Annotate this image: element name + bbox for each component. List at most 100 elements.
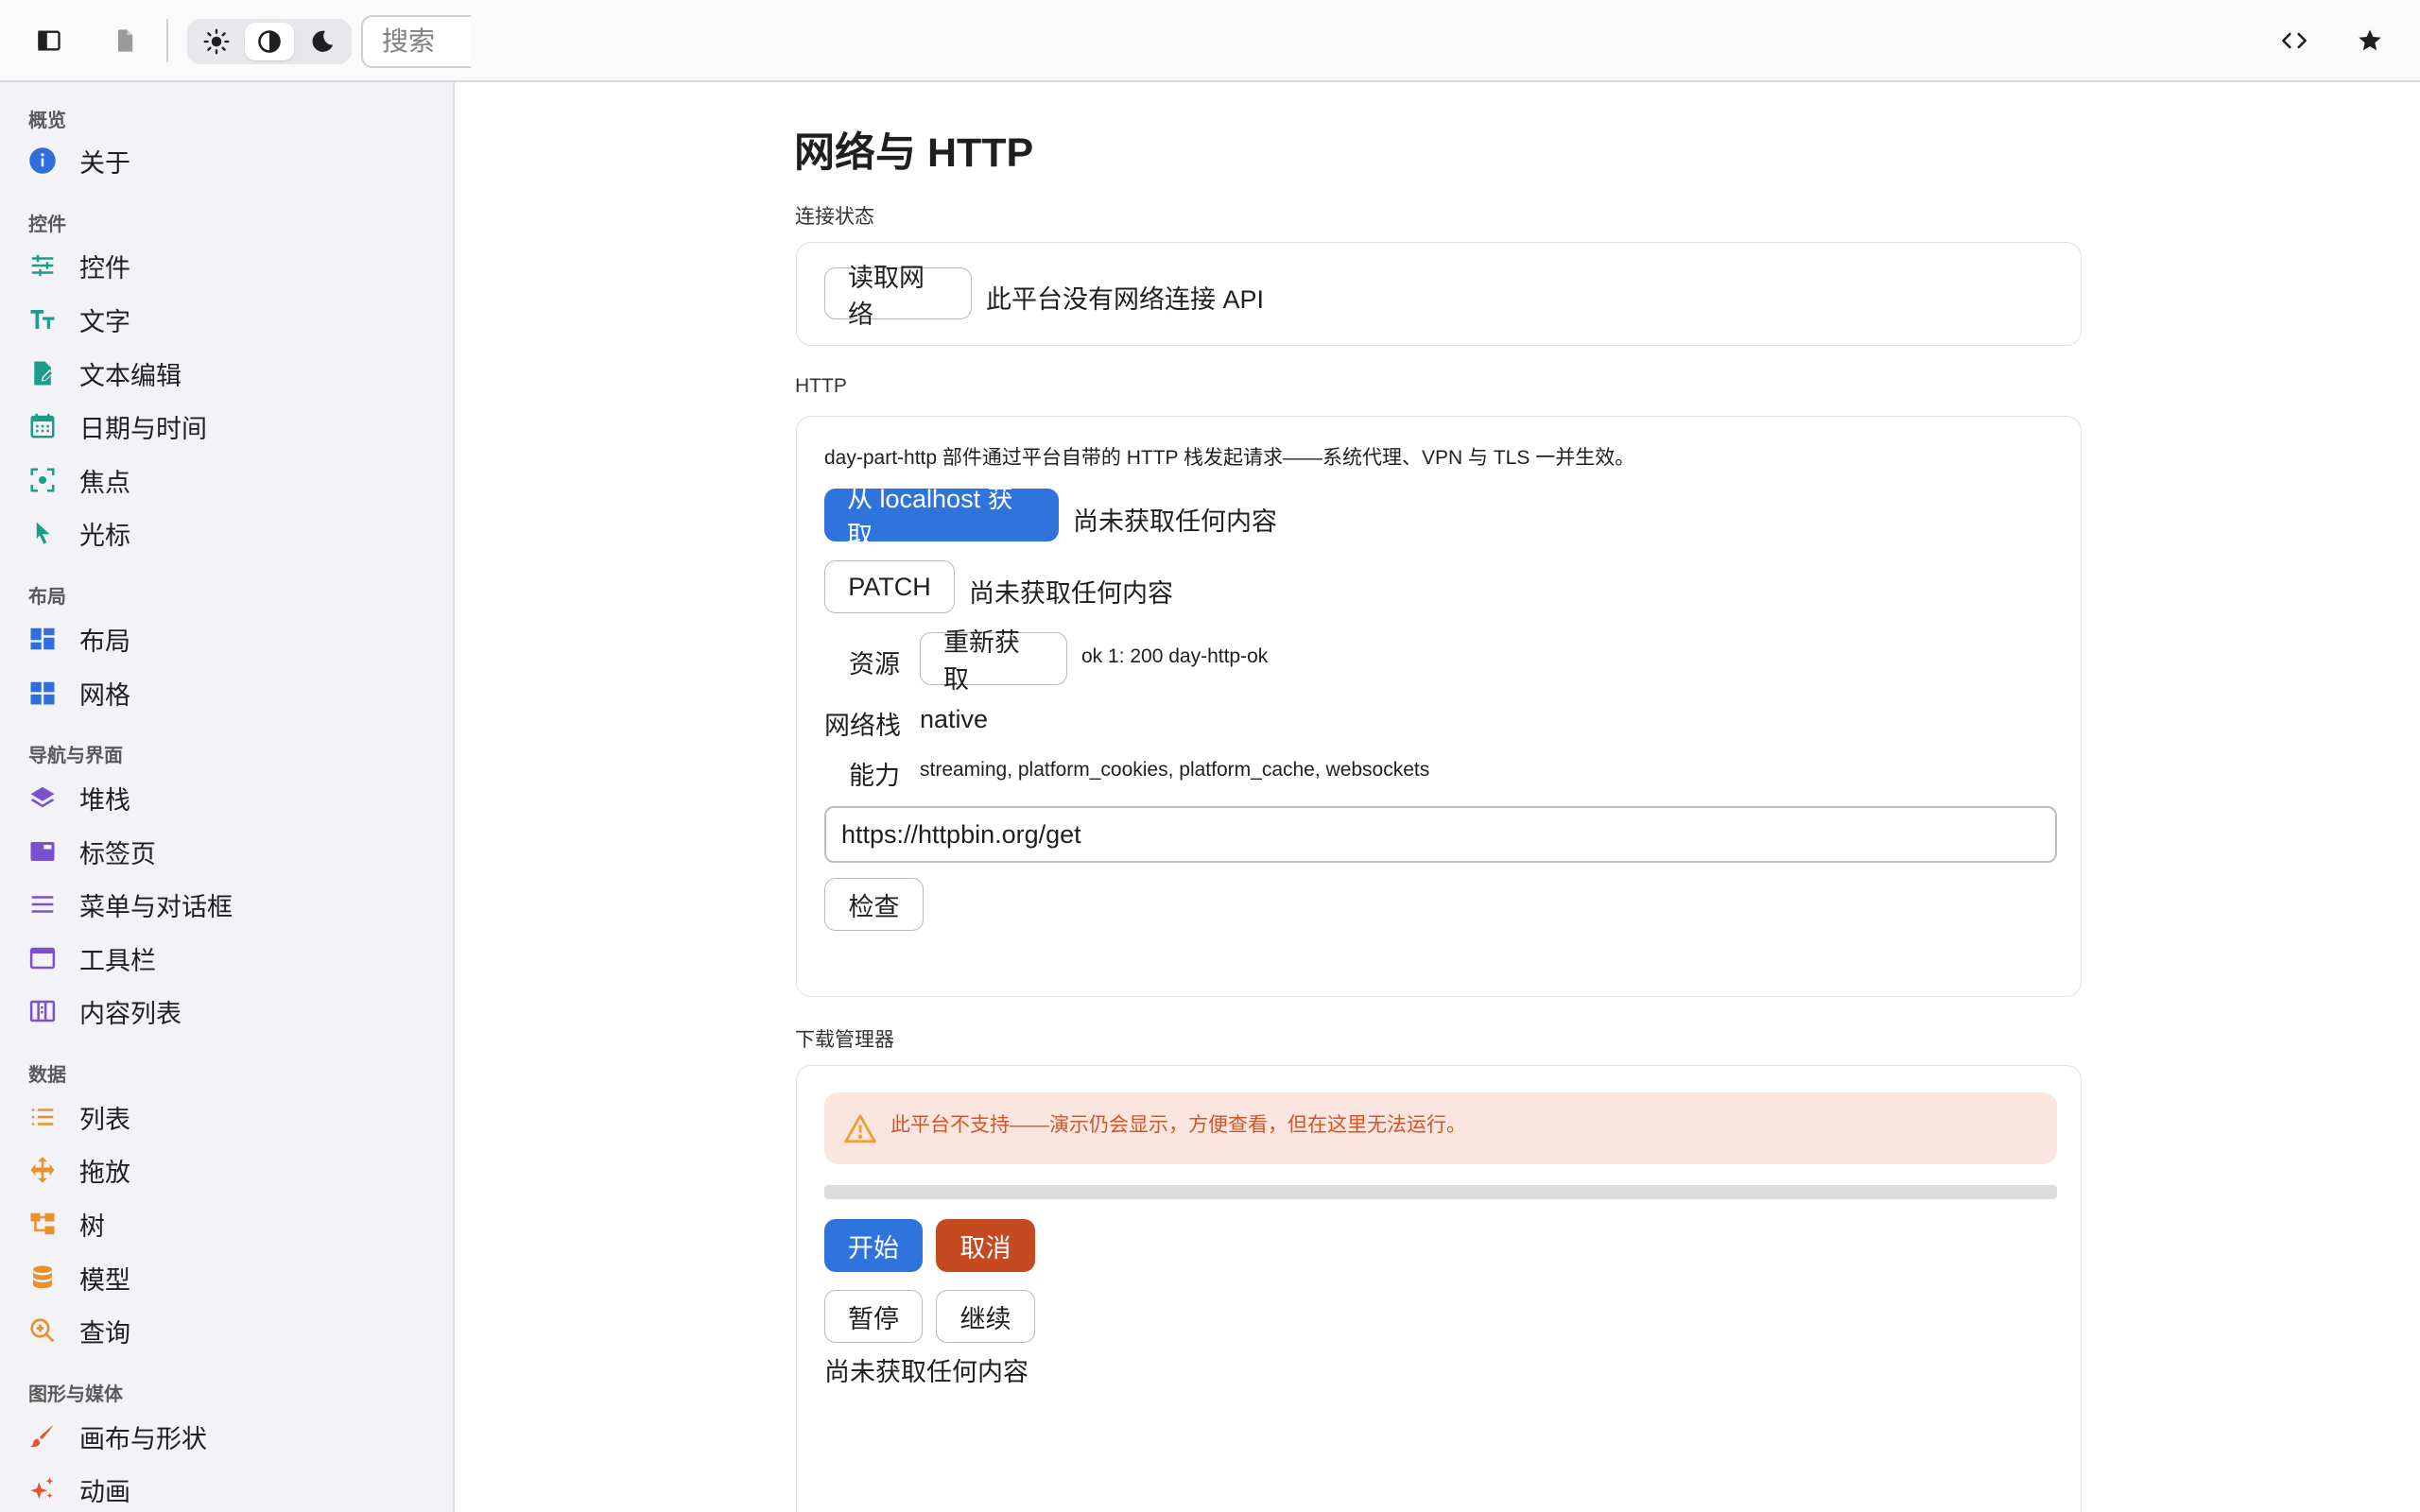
- sidebar-item-label: 关于: [79, 148, 130, 178]
- sidebar-section-title: 图形与媒体: [28, 1384, 123, 1405]
- sidebar-item-date-time[interactable]: 日期与时间: [28, 402, 435, 451]
- sidebar-item-label: 日期与时间: [79, 414, 207, 443]
- read-network-button[interactable]: 读取网络: [824, 264, 972, 329]
- url-input[interactable]: [824, 806, 2057, 863]
- sidebar-toggle-button[interactable]: [26, 17, 73, 64]
- favorite-button[interactable]: [2346, 17, 2394, 64]
- code-icon: [2282, 32, 2307, 49]
- sidebar-item-layout[interactable]: 布局: [28, 614, 435, 663]
- move-icon: [30, 1157, 55, 1183]
- network-stack-label: 网络栈: [824, 712, 901, 740]
- view-source-button[interactable]: [2271, 17, 2318, 64]
- database-icon: [33, 1265, 52, 1289]
- resource-result-text: ok 1: 200 day-http-ok: [1081, 645, 1269, 667]
- sidebar-item-controls[interactable]: 控件: [28, 241, 435, 290]
- start-button[interactable]: 开始: [824, 1219, 923, 1272]
- zoom-icon: [30, 1318, 55, 1343]
- pause-button[interactable]: 暂停: [824, 1290, 923, 1343]
- sidebar-section-title: 布局: [28, 587, 66, 608]
- sidebar-item-label: 文本编辑: [79, 361, 182, 390]
- sidebar-item-text[interactable]: 文字: [28, 295, 435, 344]
- refetch-button[interactable]: 重新获取: [920, 628, 1067, 694]
- patch-button[interactable]: PATCH: [824, 560, 955, 613]
- focus-icon: [30, 468, 55, 492]
- toolbar-divider: [166, 19, 168, 62]
- file-button[interactable]: [101, 17, 148, 64]
- connection-section-label: 连接状态: [795, 206, 874, 228]
- sidebar-item-list[interactable]: 列表: [28, 1092, 435, 1142]
- sidebar-item-label: 模型: [79, 1265, 130, 1295]
- sidebar-item-label: 网格: [79, 680, 130, 710]
- sidebar-item-label: 树: [79, 1211, 105, 1241]
- search-input[interactable]: [382, 26, 471, 57]
- layers-icon: [30, 786, 55, 808]
- sidebar-item-menus-dialogs[interactable]: 菜单与对话框: [28, 880, 435, 929]
- warning-icon: [844, 1114, 876, 1143]
- sidebar-item-grid[interactable]: 网格: [28, 668, 435, 717]
- sidebar-item-label: 动画: [79, 1477, 130, 1506]
- sidebar-item-label: 画布与形状: [79, 1424, 207, 1453]
- patch-result-text: 尚未获取任何内容: [969, 579, 1173, 608]
- sun-icon: [203, 28, 230, 55]
- sidebar-item-content-list[interactable]: 内容列表: [28, 987, 435, 1036]
- theme-auto-button[interactable]: [245, 23, 294, 60]
- sidebar-item-cursor[interactable]: 光标: [28, 508, 435, 558]
- sidebar-item-tree[interactable]: 树: [28, 1199, 435, 1248]
- star-icon: [2359, 29, 2381, 51]
- warning-text: 此平台不支持——演示仍会显示，方便查看，但在这里无法运行。: [890, 1114, 1466, 1136]
- http-description: day-part-http 部件通过平台自带的 HTTP 栈发起请求——系统代理…: [824, 447, 1635, 469]
- download-status-text: 尚未获取任何内容: [824, 1358, 1028, 1386]
- sidebar-item-label: 内容列表: [79, 999, 182, 1028]
- capability-value: streaming, platform_cookies, platform_ca…: [920, 759, 1430, 781]
- main-content: 网络与 HTTP 连接状态 读取网络 此平台没有网络连接 API HTTP da…: [457, 84, 2420, 1512]
- sidebar-section-title: 控件: [28, 215, 66, 235]
- sidebar-item-query[interactable]: 查询: [28, 1306, 435, 1355]
- sidebar-icon: [38, 30, 60, 51]
- sidebar-item-label: 工具栏: [79, 946, 156, 975]
- grid-icon: [30, 681, 55, 705]
- contrast-icon: [258, 30, 281, 53]
- resume-button[interactable]: 继续: [936, 1290, 1035, 1343]
- tree-icon: [30, 1212, 55, 1235]
- sparkle-icon: [30, 1477, 54, 1499]
- cancel-button[interactable]: 取消: [936, 1219, 1035, 1272]
- sidebar-item-model[interactable]: 模型: [28, 1253, 435, 1302]
- list-icon: [31, 1108, 54, 1125]
- app-window: 概览 关于 控件 控件 文字 文本编辑 日期与时间 焦点 光标: [0, 0, 2420, 1512]
- sidebar-item-canvas-shapes[interactable]: 画布与形状: [28, 1412, 435, 1461]
- download-progress-bar: [824, 1185, 2057, 1199]
- sidebar-item-toolbar[interactable]: 工具栏: [28, 934, 435, 983]
- connection-status-text: 此平台没有网络连接 API: [986, 285, 1265, 314]
- theme-dark-button[interactable]: [298, 23, 347, 60]
- theme-switcher: [187, 19, 352, 64]
- sidebar-section-title: 概览: [28, 111, 66, 131]
- sidebar-item-label: 光标: [79, 521, 130, 550]
- sidebar-item-text-edit[interactable]: 文本编辑: [28, 349, 435, 398]
- document-icon: [118, 29, 133, 52]
- sidebar-item-label: 文字: [79, 307, 130, 336]
- search-field[interactable]: [361, 15, 471, 68]
- sidebar-item-about[interactable]: 关于: [28, 136, 435, 185]
- sidebar-item-drag-drop[interactable]: 拖放: [28, 1145, 435, 1194]
- sidebar-item-animation[interactable]: 动画: [28, 1465, 435, 1512]
- theme-light-button[interactable]: [192, 23, 241, 60]
- network-stack-value: native: [920, 705, 989, 733]
- brush-icon: [30, 1425, 53, 1448]
- sidebar-item-label: 菜单与对话框: [79, 892, 233, 921]
- fetch-localhost-button[interactable]: 从 localhost 获取: [824, 485, 1059, 550]
- check-button[interactable]: 检查: [824, 878, 924, 931]
- http-card: day-part-http 部件通过平台自带的 HTTP 栈发起请求——系统代理…: [796, 416, 2082, 997]
- sidebar-item-focus[interactable]: 焦点: [28, 455, 435, 505]
- cursor-icon: [36, 522, 50, 544]
- fetch-result-text: 尚未获取任何内容: [1073, 507, 1277, 536]
- text-size-icon: [30, 310, 55, 329]
- http-section-label: HTTP: [795, 375, 847, 397]
- window-icon: [29, 947, 56, 970]
- sidebar-item-stack[interactable]: 堆栈: [28, 773, 435, 822]
- sidebar-item-label: 控件: [79, 253, 130, 283]
- top-toolbar: [0, 0, 2420, 82]
- columns-icon: [29, 1000, 56, 1022]
- sidebar-item-tabs[interactable]: 标签页: [28, 827, 435, 876]
- moon-icon: [312, 30, 334, 52]
- sidebar-item-label: 查询: [79, 1318, 130, 1348]
